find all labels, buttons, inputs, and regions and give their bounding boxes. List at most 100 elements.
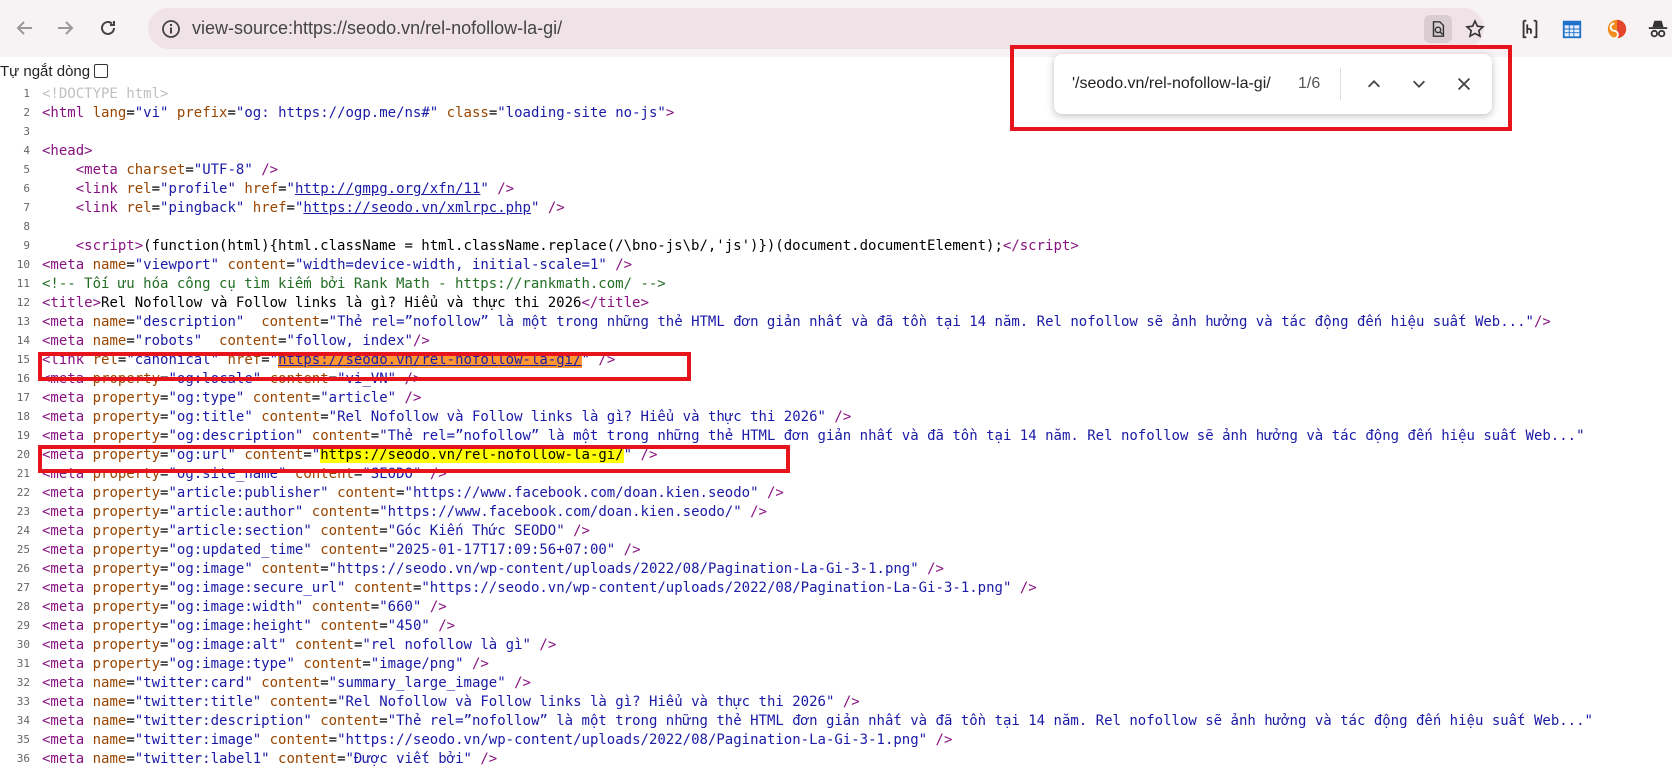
- line-number: 26: [16, 562, 30, 575]
- line-number: 33: [16, 695, 30, 708]
- source-link[interactable]: https://seodo.vn/xmlrpc.php: [303, 200, 531, 216]
- code-text: <meta name="description" content="Thẻ re…: [42, 314, 1551, 330]
- line-number: 20: [16, 448, 30, 461]
- source-line: 28 <meta property="og:image:width" conten…: [0, 598, 1672, 617]
- line-number: 12: [16, 296, 30, 309]
- source-line: 27 <meta property="og:image:secure_url" c…: [0, 579, 1672, 598]
- reload-icon: [101, 20, 115, 35]
- code-text: <meta name="twitter:description" content…: [42, 713, 1593, 729]
- code-text: <meta property="og:title" content="Rel N…: [42, 409, 852, 425]
- code-text: <!-- Tối ưu hóa công cụ tìm kiếm bởi Ran…: [42, 276, 666, 292]
- line-number: 8: [23, 220, 30, 233]
- code-text: <meta property="og:type" content="articl…: [42, 390, 422, 406]
- source-line: 5 <meta charset="UTF-8" />: [0, 161, 1672, 180]
- line-number: 30: [16, 638, 30, 651]
- line-number: 31: [16, 657, 30, 670]
- arrow-left-icon: [16, 21, 32, 35]
- source-line: 35 <meta name="twitter:image" content="ht…: [0, 731, 1672, 750]
- source-line: 26 <meta property="og:image" content="htt…: [0, 560, 1672, 579]
- code-text: <meta name="robots" content="follow, ind…: [42, 333, 430, 349]
- line-number: 29: [16, 619, 30, 632]
- colorful-extension-icon[interactable]: [1604, 16, 1630, 42]
- source-line: 30 <meta property="og:image:alt" content=…: [0, 636, 1672, 655]
- source-line: 25 <meta property="og:updated_time" conte…: [0, 541, 1672, 560]
- source-line: 4 <head>: [0, 142, 1672, 161]
- source-line: 12 <title>Rel Nofollow và Follow links là…: [0, 294, 1672, 313]
- line-number: 25: [16, 543, 30, 556]
- code-text: <link rel="profile" href="http://gmpg.or…: [75, 181, 515, 197]
- line-number: 16: [16, 372, 30, 385]
- source-line: 31 <meta property="og:image:type" content…: [0, 655, 1672, 674]
- source-line: 17 <meta property="og:type" content="arti…: [0, 389, 1672, 408]
- code-text: <title>Rel Nofollow và Follow links là g…: [42, 295, 649, 311]
- arrow-right-icon: [58, 21, 74, 35]
- source-line: 18 <meta property="og:title" content="Rel…: [0, 408, 1672, 427]
- code-text: <meta property="og:image:secure_url" con…: [42, 580, 1037, 596]
- code-text: <meta property="article:publisher" conte…: [42, 485, 784, 501]
- code-text: <meta property="og:description" content=…: [42, 428, 1585, 444]
- line-number: 32: [16, 676, 30, 689]
- line-number: 22: [16, 486, 30, 499]
- line-number: 21: [16, 467, 30, 480]
- line-number: 17: [16, 391, 30, 404]
- code-text: <link rel="pingback" href="https://seodo…: [75, 200, 565, 216]
- code-text: <meta charset="UTF-8" />: [75, 162, 279, 178]
- line-number: 28: [16, 600, 30, 613]
- code-text: <meta property="article:section" content…: [42, 523, 590, 539]
- reload-button[interactable]: [93, 13, 123, 43]
- line-number: 14: [16, 334, 30, 347]
- code-text: <meta property="og:image:height" content…: [42, 618, 456, 634]
- source-line: 33 <meta name="twitter:title" content="Re…: [0, 693, 1672, 712]
- back-button[interactable]: [10, 13, 40, 43]
- code-text: <script>(function(html){html.className =…: [75, 238, 1079, 254]
- code-text: <meta property="og:image:type" content="…: [42, 656, 489, 672]
- canonical-line-annotation-box: [38, 352, 691, 381]
- source-line: 24 <meta property="article:section" conte…: [0, 522, 1672, 541]
- spy-extension-icon[interactable]: [1646, 16, 1670, 42]
- source-line: 14 <meta name="robots" content="follow, i…: [0, 332, 1672, 351]
- code-text: <meta name="twitter:card" content="summa…: [42, 675, 531, 691]
- code-text: <head>: [42, 143, 93, 159]
- line-number: 5: [23, 163, 30, 176]
- extension-h-icon[interactable]: [1517, 16, 1543, 42]
- calendar-extension-icon[interactable]: [1559, 16, 1585, 42]
- code-text: <!DOCTYPE html>: [42, 86, 169, 102]
- line-number: 7: [23, 201, 30, 214]
- code-text: <meta property="og:image" content="https…: [42, 561, 944, 577]
- source-line: 22 <meta property="article:publisher" con…: [0, 484, 1672, 503]
- find-in-page-icon[interactable]: [1424, 15, 1452, 43]
- line-number: 2: [23, 106, 30, 119]
- code-text: <meta name="viewport" content="width=dev…: [42, 257, 633, 273]
- code-text: <meta property="og:updated_time" content…: [42, 542, 641, 558]
- code-text: <meta name="twitter:image" content="http…: [42, 732, 953, 748]
- source-line: 7 <link rel="pingback" href="https://seo…: [0, 199, 1672, 218]
- line-number: 19: [16, 429, 30, 442]
- site-info-icon[interactable]: [160, 18, 182, 40]
- og-url-line-annotation-box: [38, 445, 790, 473]
- line-number: 24: [16, 524, 30, 537]
- source-link[interactable]: http://gmpg.org/xfn/11: [295, 181, 480, 197]
- bookmark-star-icon[interactable]: [1461, 15, 1489, 43]
- code-text: <meta name="twitter:label1" content="Đượ…: [42, 751, 498, 767]
- line-number: 23: [16, 505, 30, 518]
- line-wrap-checkbox[interactable]: [94, 64, 109, 78]
- line-number: 34: [16, 714, 30, 727]
- source-line: 36 <meta name="twitter:label1" content="Đ…: [0, 750, 1672, 769]
- source-line: 11 <!-- Tối ưu hóa công cụ tìm kiếm bởi R…: [0, 275, 1672, 294]
- forward-button[interactable]: [50, 13, 80, 43]
- url-text: view-source:https://seodo.vn/rel-nofollo…: [192, 18, 563, 38]
- code-text: <meta property="article:author" content=…: [42, 504, 767, 520]
- line-wrap-label: Tự ngắt dòng: [0, 62, 91, 80]
- source-line: 10 <meta name="viewport" content="width=d…: [0, 256, 1672, 275]
- line-number: 36: [16, 752, 30, 765]
- source-line: 34 <meta name="twitter:description" conte…: [0, 712, 1672, 731]
- line-number: 35: [16, 733, 30, 746]
- code-text: <meta property="og:image:width" content=…: [42, 599, 447, 615]
- line-wrap-toggle[interactable]: Tự ngắt dòng: [0, 60, 109, 82]
- line-number: 6: [23, 182, 30, 195]
- line-number: 4: [23, 144, 30, 157]
- address-bar[interactable]: view-source:https://seodo.vn/rel-nofollo…: [148, 8, 1485, 49]
- code-text: <html lang="vi" prefix="og: https://ogp.…: [42, 105, 675, 121]
- source-line: 29 <meta property="og:image:height" conte…: [0, 617, 1672, 636]
- line-number: 9: [23, 239, 30, 252]
